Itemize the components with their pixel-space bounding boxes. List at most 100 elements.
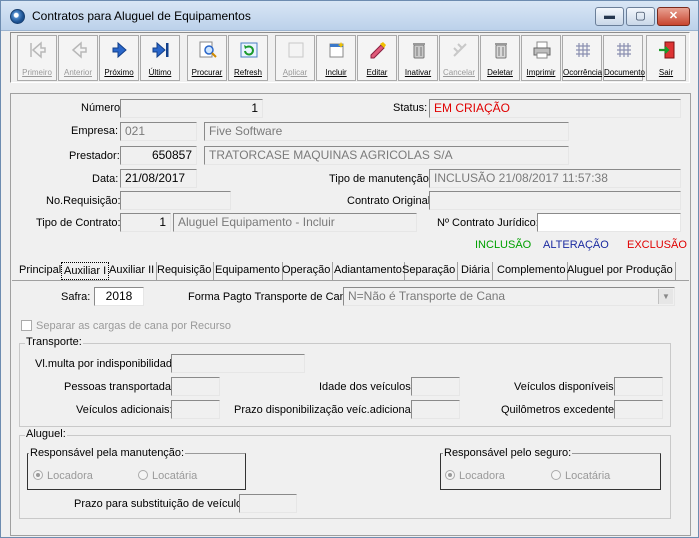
prazo-subst-field[interactable] (239, 494, 297, 513)
seguro-locataria-radio[interactable]: Locatária (551, 470, 610, 482)
last-record-icon (152, 41, 169, 59)
prestador-code-field[interactable]: 650857 (120, 146, 197, 165)
legend-inclusao: INCLUSÃO (475, 239, 532, 251)
prazo-disp-field[interactable] (411, 400, 460, 419)
tab-requisicao[interactable]: Requisição (155, 262, 215, 280)
edit-icon (370, 42, 386, 59)
first-record-icon (30, 41, 46, 59)
idade-field[interactable] (411, 377, 460, 396)
tab-complemento[interactable]: Complemento (495, 262, 569, 280)
requisicao-label: No.Requisição: (46, 195, 121, 207)
transporte-title: Transporte: (25, 336, 83, 348)
pessoas-label: Pessoas transportadas: (64, 381, 180, 393)
status-field[interactable]: EM CRIAÇÃO (429, 99, 681, 118)
minimize-button[interactable]: ▬ (595, 7, 624, 26)
exit-icon (659, 41, 675, 59)
legend-alteracao: ALTERAÇÃO (543, 239, 609, 251)
maximize-button[interactable]: ▢ (626, 7, 655, 26)
status-label: Status: (393, 102, 428, 114)
manut-locadora-radio[interactable]: Locadora (33, 470, 93, 482)
cancel-button[interactable]: Cancelar (439, 35, 479, 81)
inactivate-icon (413, 43, 425, 59)
quilometros-field[interactable] (614, 400, 663, 419)
inactivate-button[interactable]: Inativar (398, 35, 438, 81)
seguro-locadora-radio[interactable]: Locadora (445, 470, 505, 482)
first-button[interactable]: Primeiro (17, 35, 57, 81)
previous-button[interactable]: Anterior (58, 35, 98, 81)
window-title: Contratos para Aluguel de Equipamentos (32, 9, 251, 23)
prazo-subst-label: Prazo para substituição de veículos: (74, 498, 251, 510)
forma-pagto-select[interactable]: N=Não é Transporte de Cana ▼ (343, 287, 675, 306)
quilometros-label: Quilômetros excedentes: (501, 404, 623, 416)
search-icon (199, 41, 217, 58)
tab-diaria[interactable]: Diária (459, 262, 493, 280)
occurrence-button[interactable]: Ocorrência (562, 35, 602, 81)
tab-adiantamento[interactable]: Adiantamento (332, 262, 405, 280)
separar-cargas-checkbox[interactable]: Separar as cargas de cana por Recurso (21, 320, 231, 332)
delete-icon (495, 43, 507, 59)
checkbox-box[interactable] (21, 320, 32, 331)
close-button[interactable]: ✕ (657, 7, 690, 26)
safra-field[interactable]: 2018 (94, 287, 144, 306)
contrato-juridico-field[interactable] (537, 213, 681, 232)
new-record-icon (329, 42, 344, 58)
legend-exclusao: EXCLUSÃO (627, 239, 687, 251)
contrato-juridico-label: Nº Contrato Jurídico: (437, 217, 539, 229)
data-field[interactable]: 21/08/2017 (120, 169, 197, 188)
tab-equipamento[interactable]: Equipamento (213, 262, 283, 280)
resp-seguro-title: Responsável pelo seguro: (443, 447, 573, 459)
toolbar: Primeiro Anterior Próximo Último Procura… (10, 32, 690, 83)
last-button[interactable]: Último (140, 35, 180, 81)
numero-field[interactable]: 1 (120, 99, 263, 118)
adicionais-label: Veículos adicionais: (76, 404, 173, 416)
empresa-code-field[interactable]: 021 (120, 122, 197, 141)
next-record-icon (112, 41, 127, 59)
safra-label: Safra: (61, 291, 91, 303)
manut-locataria-radio[interactable]: Locatária (138, 470, 197, 482)
tab-separacao[interactable]: Separação (400, 262, 459, 280)
prestador-name-field[interactable]: TRATORCASE MAQUINAS AGRICOLAS S/A (204, 146, 569, 165)
tipo-contrato-label: Tipo de Contrato: (36, 217, 121, 229)
tipo-contrato-name-field[interactable]: Aluguel Equipamento - Incluir (173, 213, 417, 232)
previous-record-icon (71, 41, 87, 59)
edit-button[interactable]: Editar (357, 35, 397, 81)
next-button[interactable]: Próximo (99, 35, 139, 81)
tipo-contrato-code-field[interactable]: 1 (120, 213, 171, 232)
refresh-icon (240, 42, 258, 58)
print-button[interactable]: Imprimir (521, 35, 561, 81)
tab-aluguel-por-producao[interactable]: Aluguel por Produção (565, 262, 676, 280)
tab-auxiliar-ii[interactable]: Auxiliar II (107, 262, 158, 280)
print-icon (533, 41, 551, 59)
contrato-original-label: Contrato Original: (347, 195, 434, 207)
document-icon (617, 43, 631, 57)
apply-button[interactable]: Aplicar (275, 35, 315, 81)
delete-button[interactable]: Deletar (480, 35, 520, 81)
tab-operacao[interactable]: Operação (280, 262, 334, 280)
app-icon (10, 9, 25, 24)
multa-field[interactable] (171, 354, 305, 373)
idade-label: Idade dos veículos: (319, 381, 414, 393)
prazo-disp-label: Prazo disponibilização veíc.adicionais: (234, 404, 422, 416)
forma-pagto-label: Forma Pagto Transporte de Cana: (188, 291, 355, 303)
chevron-down-icon[interactable]: ▼ (658, 289, 673, 304)
requisicao-field[interactable] (120, 191, 231, 210)
refresh-button[interactable]: Refresh (228, 35, 268, 81)
exit-button[interactable]: Sair (646, 35, 686, 81)
multa-label: Vl.multa por indisponibilidade: (35, 358, 182, 370)
prestador-label: Prestador: (69, 150, 120, 162)
empresa-label: Empresa: (71, 125, 119, 137)
document-button[interactable]: Documento (603, 35, 645, 81)
title-bar[interactable]: Contratos para Aluguel de Equipamentos ▬… (1, 1, 698, 31)
pessoas-field[interactable] (171, 377, 220, 396)
new-button[interactable]: Incluir (316, 35, 356, 81)
adicionais-field[interactable] (171, 400, 220, 419)
tab-auxiliar-i[interactable]: Auxiliar I (61, 262, 110, 280)
disponiveis-field[interactable] (614, 377, 663, 396)
numero-label: Número: (81, 102, 124, 114)
contrato-original-field[interactable] (429, 191, 681, 210)
search-button[interactable]: Procurar (187, 35, 227, 81)
tipo-manutencao-field[interactable]: INCLUSÃO 21/08/2017 11:57:38 (429, 169, 681, 188)
tab-principal[interactable]: Principal (17, 262, 65, 280)
empresa-name-field[interactable]: Five Software (204, 122, 569, 141)
tipo-manutencao-label: Tipo de manutenção: (329, 173, 432, 185)
